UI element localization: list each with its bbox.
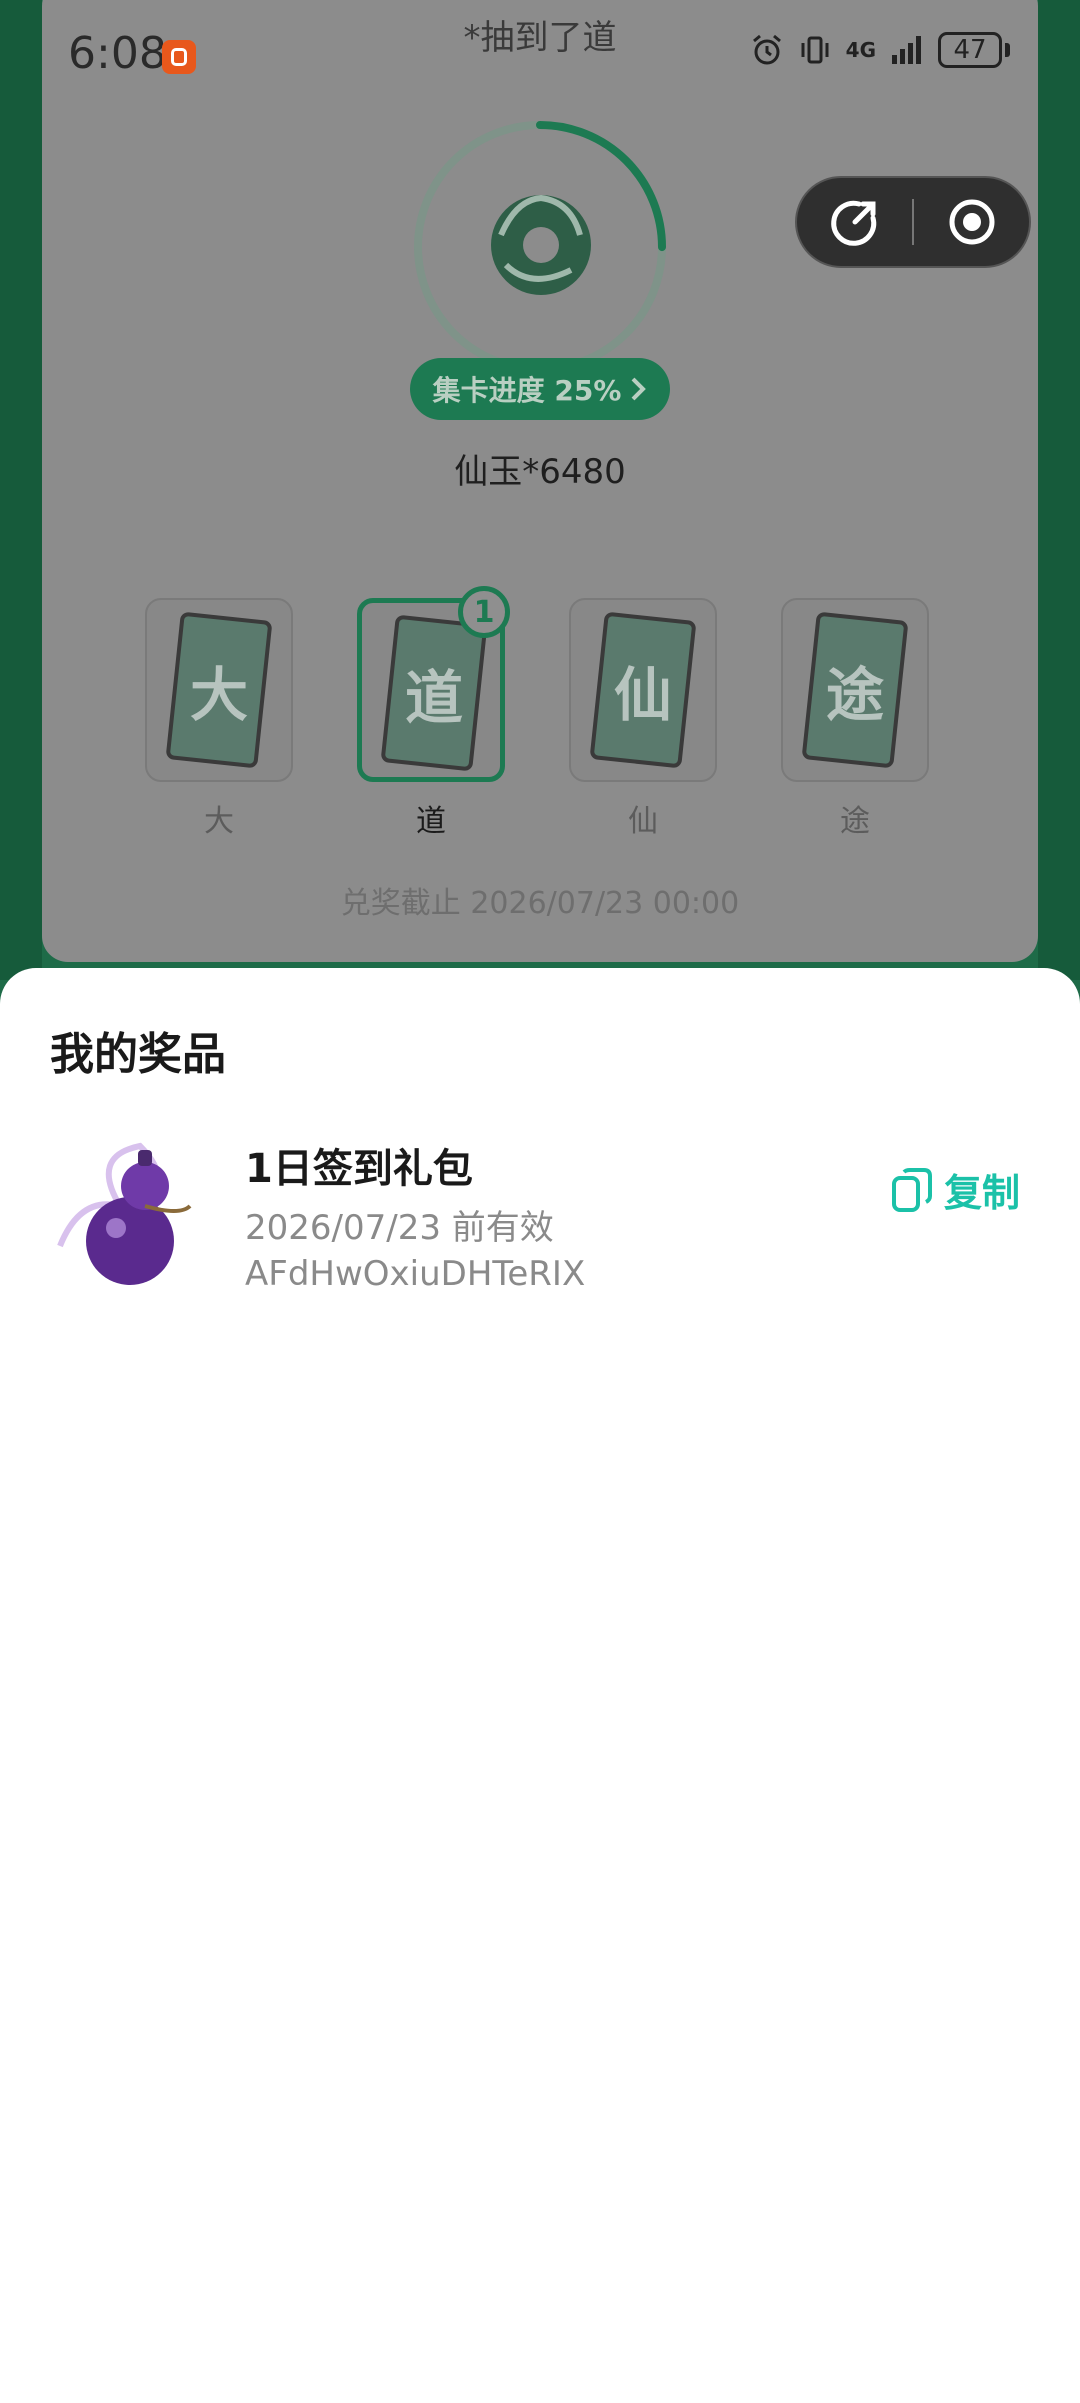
card-xian[interactable]: 仙	[569, 598, 717, 782]
target-icon	[949, 199, 994, 245]
jade-ring-icon	[491, 194, 591, 295]
status-bar: 6:08 4G 47	[0, 0, 1080, 110]
card-da[interactable]: 大	[145, 598, 293, 782]
card-art: 大	[165, 611, 273, 769]
gourd-icon	[57, 1142, 192, 1285]
app-badge-icon	[162, 40, 196, 74]
battery-tip	[1005, 43, 1010, 57]
sheet-title: 我的奖品	[50, 1029, 226, 1080]
mini-program-capsule	[795, 176, 1031, 268]
vibrate-icon	[801, 36, 829, 64]
chevron-right-icon	[631, 377, 647, 401]
status-icons: 4G 47	[750, 32, 1010, 68]
copy-label: 复制	[943, 1171, 1020, 1215]
prize-validity: 2026/07/23 前有效	[245, 1208, 554, 1248]
card-char: 仙	[613, 660, 673, 729]
battery-level: 47	[938, 32, 1002, 68]
copy-button[interactable]: 复制	[890, 1162, 1020, 1217]
signal-icon	[892, 36, 921, 64]
redeem-deadline: 兑奖截止 2026/07/23 00:00	[340, 886, 740, 921]
reward-text: 仙玉*6480	[454, 452, 626, 492]
prize-name: 1日签到礼包	[245, 1146, 473, 1192]
card-char: 大	[189, 660, 249, 729]
card-art: 途	[801, 611, 909, 769]
card-label: 仙	[628, 804, 658, 839]
prize-code: AFdHwOxiuDHTeRIX	[245, 1254, 586, 1294]
character-cards: 大 大 道 道 1 仙 仙 途 途	[145, 586, 935, 839]
card-char: 道	[404, 663, 464, 732]
status-time: 6:08	[68, 28, 167, 79]
card-label: 途	[840, 804, 870, 839]
share-button[interactable]	[797, 178, 912, 266]
prize-item: 1日签到礼包 2026/07/23 前有效 AFdHwOxiuDHTeRIX 复…	[50, 1136, 1040, 1306]
card-label: 大	[204, 804, 234, 839]
card-art: 仙	[589, 611, 697, 769]
alarm-icon	[752, 34, 781, 65]
share-icon	[830, 200, 876, 246]
close-mini-program-button[interactable]	[914, 178, 1029, 266]
progress-label: 集卡进度 25%	[432, 374, 622, 407]
card-count-badge: 1	[458, 586, 510, 638]
battery-icon: 47	[938, 32, 1010, 68]
card-char: 途	[825, 660, 885, 729]
network-type: 4G	[845, 38, 876, 62]
card-tu[interactable]: 途	[781, 598, 929, 782]
collect-progress-button[interactable]: 集卡进度 25%	[410, 358, 670, 420]
card-art: 道	[380, 614, 488, 772]
copy-icon	[891, 1167, 932, 1212]
card-label: 道	[416, 804, 446, 839]
my-prizes-sheet: 我的奖品 1日签到礼包 2026/07/23 前有效 AFdHwOxiuDHTe…	[0, 968, 1080, 2403]
